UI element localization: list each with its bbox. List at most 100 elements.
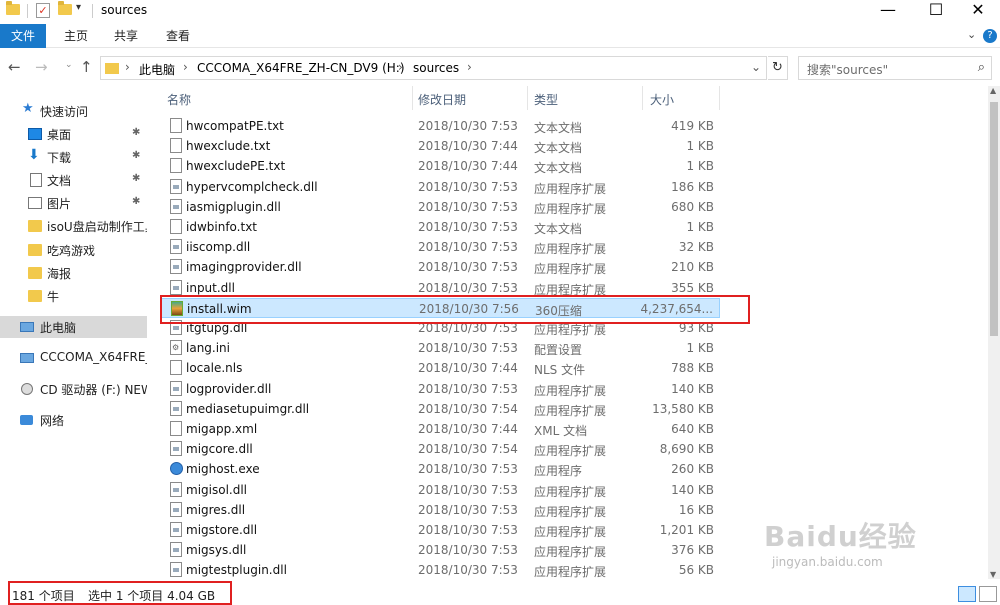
scroll-up-icon[interactable]: ▲ <box>990 86 996 95</box>
help-icon[interactable]: ? <box>983 29 997 43</box>
details-view-icon[interactable] <box>958 586 976 602</box>
file-txt-icon <box>170 158 182 174</box>
customize-toolbar-icon[interactable]: ▾ <box>76 2 81 13</box>
properties-icon[interactable]: ✓ <box>36 3 50 18</box>
file-row[interactable]: mighost.exe 2018/10/30 7:53 应用程序 260 KB <box>160 459 720 479</box>
pin-icon[interactable]: ✱ <box>132 173 140 184</box>
file-row[interactable]: migcore.dll 2018/10/30 7:54 应用程序扩展 8,690 KB <box>160 439 720 459</box>
file-row[interactable]: lang.ini 2018/10/30 7:53 配置设置 1 KB <box>160 338 720 358</box>
sidebar-item-cd-drive[interactable]: CD 驱动器 (F:) NEW <box>0 378 147 400</box>
pin-icon[interactable]: ✱ <box>132 196 140 207</box>
sidebar-item-documents[interactable]: 文档 ✱ <box>0 169 147 191</box>
path-separator[interactable]: › <box>467 60 472 74</box>
sidebar-item-label: 海报 <box>47 267 72 281</box>
sidebar-item-quick-access[interactable]: ★ 快速访问 <box>0 100 147 122</box>
column-date[interactable]: 修改日期 <box>418 91 466 108</box>
minimize-button[interactable]: — <box>866 0 910 22</box>
scroll-down-icon[interactable]: ▼ <box>990 570 996 579</box>
file-row[interactable]: migapp.xml 2018/10/30 7:44 XML 文档 640 KB <box>160 419 720 439</box>
breadcrumb-sources[interactable]: sources <box>413 61 459 75</box>
file-row[interactable]: migres.dll 2018/10/30 7:53 应用程序扩展 16 KB <box>160 500 720 520</box>
refresh-button[interactable]: ↻ <box>768 56 788 80</box>
path-separator[interactable]: › <box>183 60 188 74</box>
forward-button[interactable]: → <box>35 58 48 76</box>
file-row[interactable]: locale.nls 2018/10/30 7:44 NLS 文件 788 KB <box>160 358 720 378</box>
vertical-scrollbar[interactable]: ▲ ▼ <box>988 86 1000 579</box>
sidebar-item-games[interactable]: 吃鸡游戏 <box>0 239 147 261</box>
new-folder-icon[interactable] <box>58 1 72 15</box>
large-icons-view-icon[interactable] <box>979 586 997 602</box>
tab-view[interactable]: 查看 <box>166 24 190 48</box>
breadcrumb-this-pc[interactable]: 此电脑 <box>139 61 175 78</box>
tab-home[interactable]: 主页 <box>64 24 88 48</box>
column-divider[interactable] <box>527 86 528 110</box>
sidebar-item-this-pc[interactable]: 此电脑 <box>0 316 147 338</box>
folder-icon <box>28 267 42 279</box>
file-type: 应用程序扩展 <box>534 504 607 519</box>
sidebar-item-niu[interactable]: 牛 <box>0 285 147 307</box>
sidebar-item-posters[interactable]: 海报 <box>0 262 147 284</box>
file-ini-icon <box>170 340 182 356</box>
sort-ascending-icon: ⌃ <box>282 86 291 93</box>
file-size: 56 KB <box>678 563 714 578</box>
search-icon[interactable]: ⌕ <box>978 60 985 75</box>
file-row[interactable]: iiscomp.dll 2018/10/30 7:53 应用程序扩展 32 KB <box>160 237 720 257</box>
breadcrumb-drive[interactable]: CCCOMA_X64FRE_ZH-CN_DV9 (H:) <box>197 61 405 75</box>
column-name[interactable]: 名称 <box>167 91 191 108</box>
pin-icon[interactable]: ✱ <box>132 127 140 138</box>
folder-icon[interactable] <box>6 1 20 15</box>
file-type: 应用程序 <box>534 464 583 479</box>
tab-share[interactable]: 共享 <box>114 24 138 48</box>
close-button[interactable]: ✕ <box>956 0 1000 22</box>
pin-icon[interactable]: ✱ <box>132 150 140 161</box>
recent-locations-icon[interactable]: ⌄ <box>65 60 73 70</box>
sidebar-item-network[interactable]: 网络 <box>0 409 147 431</box>
path-separator[interactable]: › <box>125 60 130 74</box>
file-row[interactable]: migtestplugin.dll 2018/10/30 7:53 应用程序扩展 56… <box>160 560 720 579</box>
column-divider[interactable] <box>719 86 720 110</box>
column-divider[interactable] <box>412 86 413 110</box>
file-row[interactable]: migstore.dll 2018/10/30 7:53 应用程序扩展 1,201 K… <box>160 520 720 540</box>
file-row[interactable]: logprovider.dll 2018/10/30 7:53 应用程序扩展 140 … <box>160 379 720 399</box>
file-row[interactable]: install.wim 2018/10/30 7:56 360压缩 4,237,654… <box>160 297 720 318</box>
file-date: 2018/10/30 7:54 <box>418 401 518 416</box>
address-bar[interactable]: › 此电脑 › CCCOMA_X64FRE_ZH-CN_DV9 (H:) › s… <box>100 56 767 80</box>
back-button[interactable]: ← <box>8 58 21 76</box>
file-row[interactable]: hwcompatPE.txt 2018/10/30 7:53 文本文档 419 KB <box>160 116 720 136</box>
file-row[interactable]: idwbinfo.txt 2018/10/30 7:53 文本文档 1 KB <box>160 217 720 237</box>
file-row[interactable]: imagingprovider.dll 2018/10/30 7:53 应用程序扩展… <box>160 257 720 277</box>
file-row[interactable]: hwexclude.txt 2018/10/30 7:44 文本文档 1 KB <box>160 136 720 156</box>
file-dll-icon <box>170 522 182 537</box>
expand-ribbon-icon[interactable]: ⌄ <box>967 28 976 41</box>
file-date: 2018/10/30 7:53 <box>418 220 518 234</box>
file-row[interactable]: input.dll 2018/10/30 7:53 应用程序扩展 355 KB <box>160 278 720 298</box>
file-row[interactable]: iasmigplugin.dll 2018/10/30 7:53 应用程序扩展 680… <box>160 197 720 217</box>
maximize-button[interactable]: ☐ <box>914 0 958 22</box>
baidu-logo: Baidu经验 <box>764 520 917 553</box>
file-name: mediasetupuimgr.dll <box>186 401 310 416</box>
up-button[interactable]: ↑ <box>80 58 93 76</box>
sidebar-item-iso-tool[interactable]: isoU盘启动制作工具 <box>0 215 147 237</box>
sidebar-item-label: 牛 <box>47 290 60 304</box>
file-row[interactable]: hypervcomplcheck.dll 2018/10/30 7:53 应用程序扩… <box>160 177 720 197</box>
file-row[interactable]: hwexcludePE.txt 2018/10/30 7:44 文本文档 1 KB <box>160 156 720 176</box>
scroll-thumb[interactable] <box>990 102 998 336</box>
tab-file[interactable]: 文件 <box>0 24 46 48</box>
file-row[interactable]: migsys.dll 2018/10/30 7:53 应用程序扩展 376 KB <box>160 540 720 560</box>
column-size[interactable]: 大小 <box>650 91 674 108</box>
address-dropdown-icon[interactable]: ⌄ <box>751 60 761 74</box>
file-row[interactable]: migisol.dll 2018/10/30 7:53 应用程序扩展 140 KB <box>160 480 720 500</box>
selection-info: 选中 1 个项目 4.04 GB <box>88 589 216 603</box>
search-input[interactable]: 搜索"sources" ⌕ <box>798 56 992 80</box>
column-divider[interactable] <box>642 86 643 110</box>
sidebar-item-desktop[interactable]: 桌面 ✱ <box>0 123 147 145</box>
column-type[interactable]: 类型 <box>534 91 558 108</box>
sidebar-item-drive-h[interactable]: CCCOMA_X64FRE_ZH <box>0 347 147 369</box>
sidebar-item-downloads[interactable]: ⬇ 下载 ✱ <box>0 146 147 168</box>
sidebar-item-label: CD 驱动器 (F:) NEW <box>40 383 147 397</box>
path-separator[interactable]: › <box>398 60 403 74</box>
file-row[interactable]: itgtupg.dll 2018/10/30 7:53 应用程序扩展 93 KB <box>160 318 720 338</box>
file-row[interactable]: mediasetupuimgr.dll 2018/10/30 7:54 应用程序扩展… <box>160 399 720 419</box>
sidebar-item-pictures[interactable]: 图片 ✱ <box>0 192 147 214</box>
file-exe-icon <box>170 462 183 476</box>
